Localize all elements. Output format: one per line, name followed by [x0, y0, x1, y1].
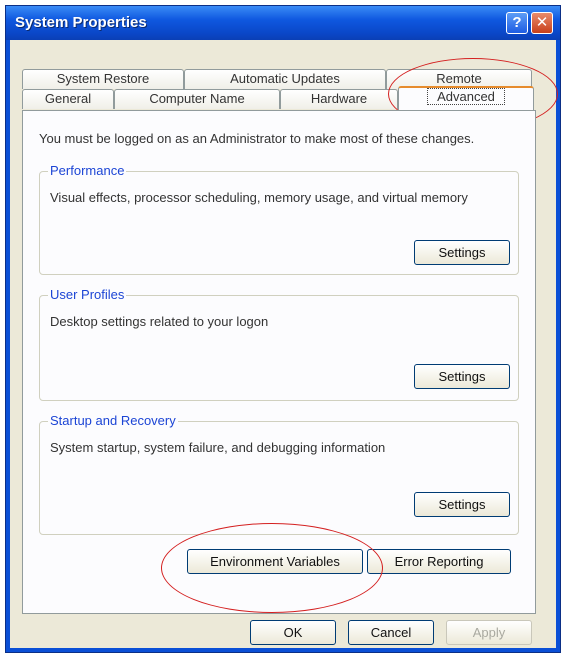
- tab-automatic-updates[interactable]: Automatic Updates: [184, 69, 386, 89]
- group-description: System startup, system failure, and debu…: [50, 440, 386, 455]
- apply-button[interactable]: Apply: [446, 620, 532, 645]
- system-properties-window: System Properties ? ✕ System Restore Aut…: [5, 5, 561, 653]
- advanced-tab-panel: You must be logged on as an Administrato…: [22, 110, 536, 614]
- close-icon: ✕: [535, 14, 549, 31]
- user-profiles-group: User Profiles Desktop settings related t…: [39, 287, 519, 401]
- group-title: Performance: [48, 163, 127, 178]
- startup-settings-button[interactable]: Settings: [414, 492, 510, 517]
- title-bar[interactable]: System Properties ? ✕: [6, 6, 560, 40]
- annotation-oval-env: [161, 523, 383, 613]
- close-button[interactable]: ✕: [531, 12, 553, 34]
- performance-settings-button[interactable]: Settings: [414, 240, 510, 265]
- tab-label: General: [44, 91, 92, 106]
- error-reporting-button[interactable]: Error Reporting: [367, 549, 511, 574]
- group-description: Visual effects, processor scheduling, me…: [50, 190, 468, 205]
- performance-group: Performance Visual effects, processor sc…: [39, 163, 519, 275]
- tab-computer-name[interactable]: Computer Name: [114, 89, 280, 109]
- tab-label: Automatic Updates: [230, 71, 340, 86]
- tab-general[interactable]: General: [22, 89, 114, 109]
- group-title: Startup and Recovery: [48, 413, 178, 428]
- tab-label: Hardware: [310, 91, 368, 106]
- tab-advanced[interactable]: Advanced: [398, 86, 534, 110]
- tab-hardware[interactable]: Hardware: [280, 89, 398, 109]
- tab-label: Advanced: [427, 88, 505, 105]
- tab-system-restore[interactable]: System Restore: [22, 69, 184, 89]
- help-button[interactable]: ?: [506, 12, 528, 34]
- user-profiles-settings-button[interactable]: Settings: [414, 364, 510, 389]
- ok-button[interactable]: OK: [250, 620, 336, 645]
- admin-notice: You must be logged on as an Administrato…: [39, 131, 475, 146]
- group-title: User Profiles: [48, 287, 127, 302]
- cancel-button[interactable]: Cancel: [348, 620, 434, 645]
- tab-label: System Restore: [56, 71, 150, 86]
- help-icon: ?: [512, 14, 522, 31]
- window-title: System Properties: [15, 14, 147, 31]
- tab-label: Computer Name: [149, 91, 245, 106]
- group-description: Desktop settings related to your logon: [50, 314, 269, 329]
- dialog-client-area: System Restore Automatic Updates Remote …: [10, 40, 558, 648]
- startup-recovery-group: Startup and Recovery System startup, sys…: [39, 413, 519, 535]
